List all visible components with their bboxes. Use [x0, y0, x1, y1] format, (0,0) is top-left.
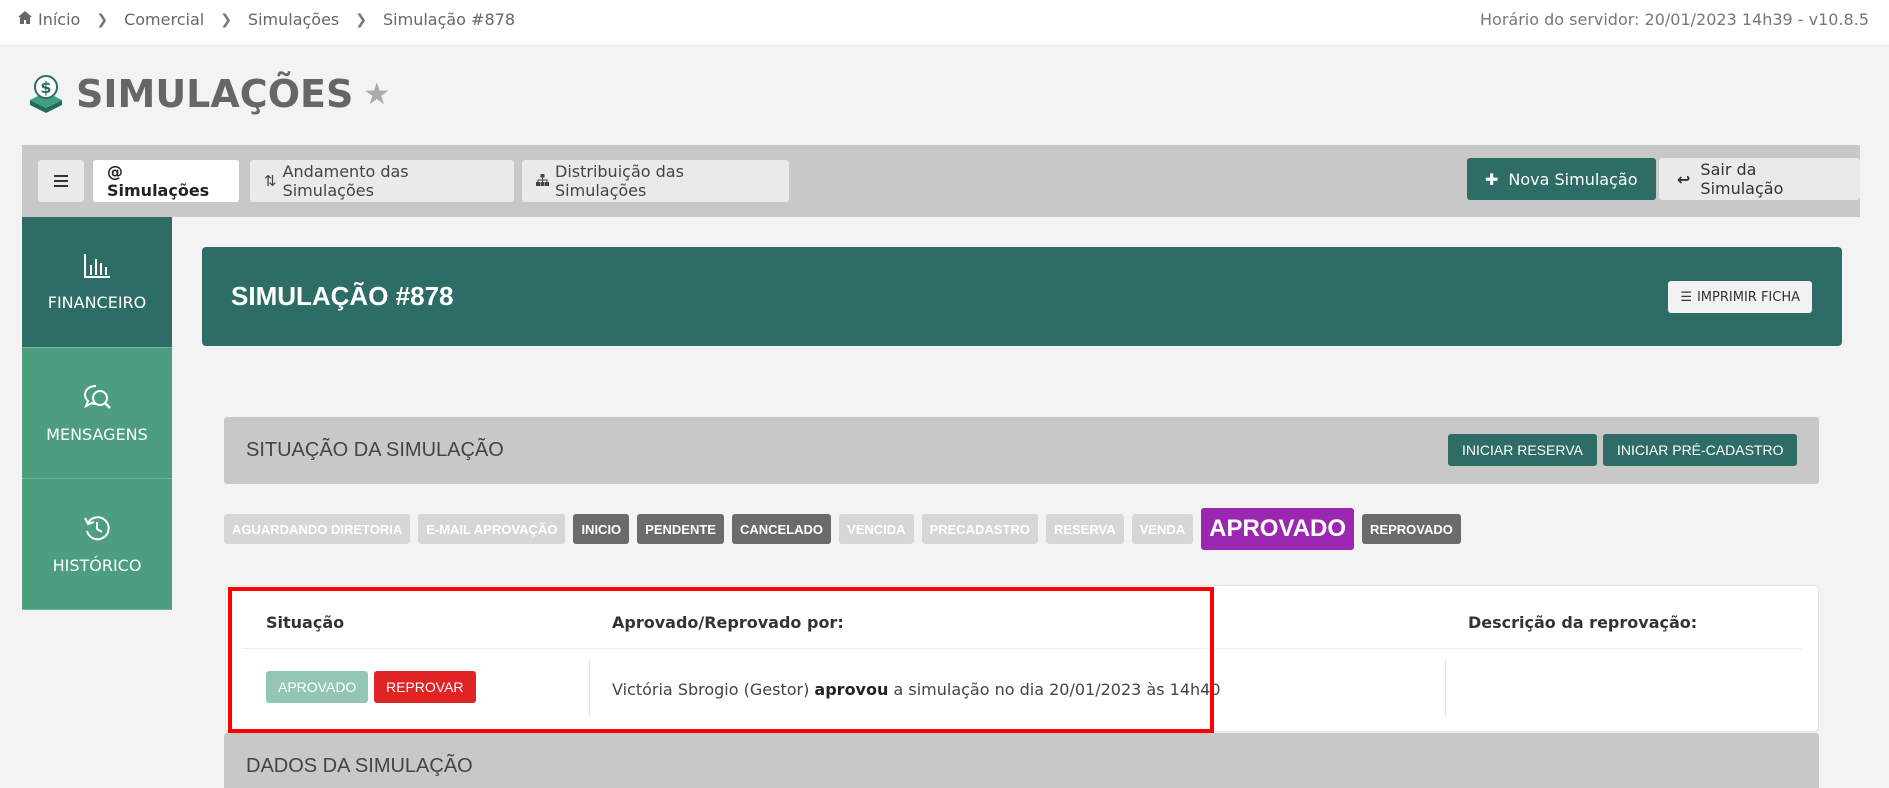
start-precadastro-button[interactable]: INICIAR PRÉ-CADASTRO — [1603, 434, 1798, 466]
tab-andamento-label: Andamento das Simulações — [282, 162, 409, 200]
breadcrumb: Início ❯ Comercial ❯ Simulações ❯ Simula… — [17, 10, 515, 29]
status-badges: AGUARDANDO DIRETORIA E-MAIL APROVAÇÃO IN… — [224, 508, 1469, 550]
sort-icon: ⇅ — [264, 172, 277, 190]
status-section-header: SITUAÇÃO DA SIMULAÇÃO INICIAR RESERVA IN… — [224, 417, 1819, 484]
history-icon — [84, 515, 110, 540]
sitemap-icon — [536, 172, 549, 190]
status-badge: CANCELADO — [731, 514, 832, 544]
data-section-title: DADOS DA SIMULAÇÃO — [246, 755, 473, 777]
page-title: SIMULAÇÕES — [76, 72, 354, 116]
chevron-right-icon: ❯ — [355, 11, 367, 28]
sidebar-item-mensagens[interactable]: MENSAGENS — [22, 348, 172, 479]
chevron-right-icon: ❯ — [96, 11, 109, 28]
breadcrumb-home[interactable]: Início — [38, 10, 80, 29]
exit-simulation-button[interactable]: ↩ Sair da Simulação — [1659, 158, 1860, 200]
column-header-descricao: Descrição da reprovação: — [1468, 613, 1698, 632]
chevron-right-icon: ❯ — [220, 11, 232, 28]
tab-bar: @ Simulações ⇅ Andamento das Simulações … — [22, 145, 1860, 217]
plus-icon: ✚ — [1485, 169, 1499, 189]
exit-simulation-label: Sair da Simulação — [1700, 160, 1784, 198]
print-label: IMPRIMIR FICHA — [1696, 289, 1800, 305]
svg-text:$: $ — [40, 78, 51, 97]
tab-distribuicao-label: Distribuição das Simulações — [555, 162, 684, 200]
status-badge: AGUARDANDO DIRETORIA — [224, 514, 411, 544]
home-icon[interactable] — [17, 10, 33, 29]
star-icon[interactable]: ★ — [363, 77, 390, 112]
tab-distribuicao[interactable]: Distribuição das Simulações — [522, 160, 789, 202]
simulation-title: SIMULAÇÃO #878 — [231, 281, 454, 311]
menu-button[interactable] — [38, 160, 84, 202]
breadcrumb-current: Simulação #878 — [383, 10, 515, 29]
new-simulation-button[interactable]: ✚ Nova Simulação — [1467, 158, 1656, 200]
start-reserve-button[interactable]: INICIAR RESERVA — [1448, 434, 1597, 466]
breadcrumb-comercial[interactable]: Comercial — [124, 10, 204, 29]
status-badge: VENCIDA — [839, 514, 914, 544]
breadcrumb-simulacoes[interactable]: Simulações — [248, 10, 339, 29]
chat-search-icon — [83, 384, 111, 409]
status-section-title: SITUAÇÃO DA SIMULAÇÃO — [246, 439, 504, 461]
status-badge: RESERVA — [1045, 514, 1124, 544]
print-button[interactable]: ☰ IMPRIMIR FICHA — [1668, 281, 1812, 313]
server-time: Horário do servidor: 20/01/2023 14h39 - … — [1480, 10, 1869, 29]
sidebar-item-historico[interactable]: HISTÓRICO — [22, 479, 172, 610]
status-badge: PENDENTE — [637, 514, 724, 544]
sidebar-item-financeiro[interactable]: FINANCEIRO — [22, 217, 172, 348]
current-status-badge: APROVADO — [1201, 508, 1355, 550]
top-bar: Início ❯ Comercial ❯ Simulações ❯ Simula… — [0, 0, 1889, 46]
status-badge: REPROVADO — [1362, 514, 1461, 544]
status-badge: INICIO — [573, 514, 630, 544]
status-badge: PRECADASTRO — [921, 514, 1038, 544]
hamburger-icon — [54, 175, 68, 187]
new-simulation-label: Nova Simulação — [1508, 169, 1638, 189]
sidebar-item-label: HISTÓRICO — [52, 555, 142, 575]
page-header: $ SIMULAÇÕES ★ — [28, 72, 390, 116]
highlight-box — [228, 587, 1214, 733]
reply-icon: ↩ — [1677, 169, 1691, 189]
list-icon: ☰ — [1680, 289, 1692, 305]
simulation-header: SIMULAÇÃO #878 ☰ IMPRIMIR FICHA — [202, 247, 1842, 346]
data-section-header: DADOS DA SIMULAÇÃO — [224, 733, 1819, 788]
tab-andamento[interactable]: ⇅ Andamento das Simulações — [250, 160, 514, 202]
sidebar: FINANCEIRO MENSAGENS HISTÓRICO — [22, 217, 172, 610]
sidebar-item-label: FINANCEIRO — [47, 292, 147, 312]
money-logo-icon: $ — [30, 75, 62, 113]
bar-chart-icon — [84, 253, 110, 278]
tab-simulacoes[interactable]: @ Simulações — [93, 160, 239, 202]
divider — [1445, 660, 1446, 716]
status-badge: E-MAIL APROVAÇÃO — [418, 514, 566, 544]
sidebar-item-label: MENSAGENS — [46, 424, 148, 444]
status-badge: VENDA — [1131, 514, 1194, 544]
